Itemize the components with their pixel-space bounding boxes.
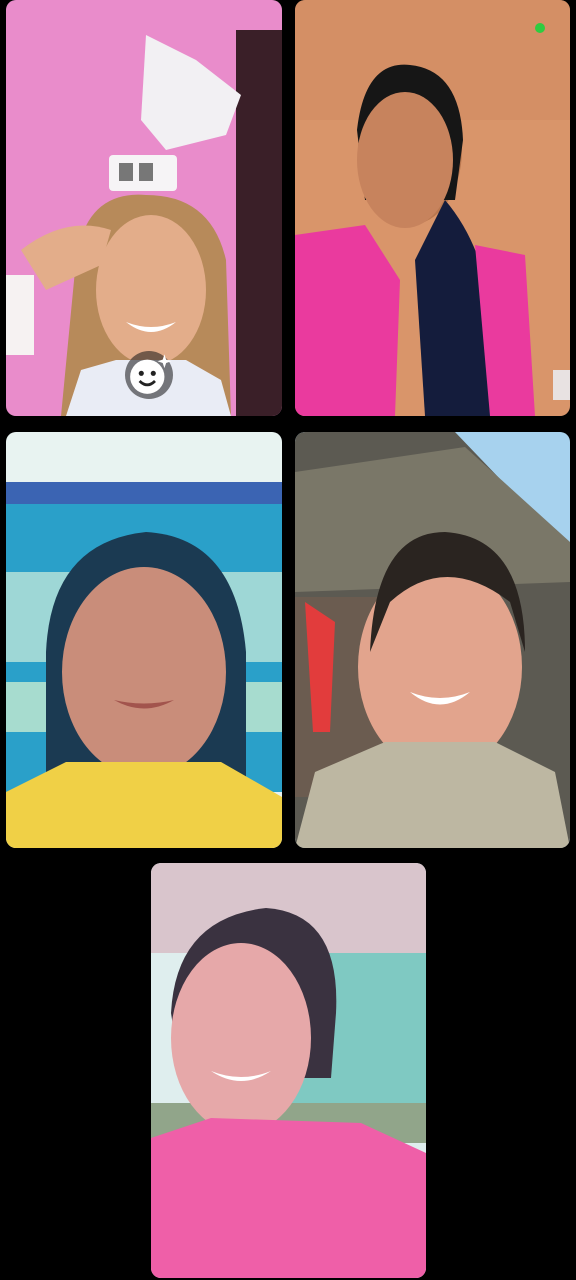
participant-tile-1[interactable] xyxy=(6,0,282,416)
smiley-sparkle-icon xyxy=(130,354,172,394)
participant-tile-2[interactable] xyxy=(295,0,570,416)
effects-button[interactable] xyxy=(125,351,173,399)
participant-tile-4[interactable] xyxy=(295,432,570,848)
participant-video-5 xyxy=(151,863,426,1278)
participant-video-2 xyxy=(295,0,570,416)
participant-video-3 xyxy=(6,432,282,848)
participant-tile-3[interactable] xyxy=(6,432,282,848)
green-dot-icon xyxy=(535,23,545,33)
participant-tile-5[interactable] xyxy=(151,863,426,1278)
participant-video-4 xyxy=(295,432,570,848)
